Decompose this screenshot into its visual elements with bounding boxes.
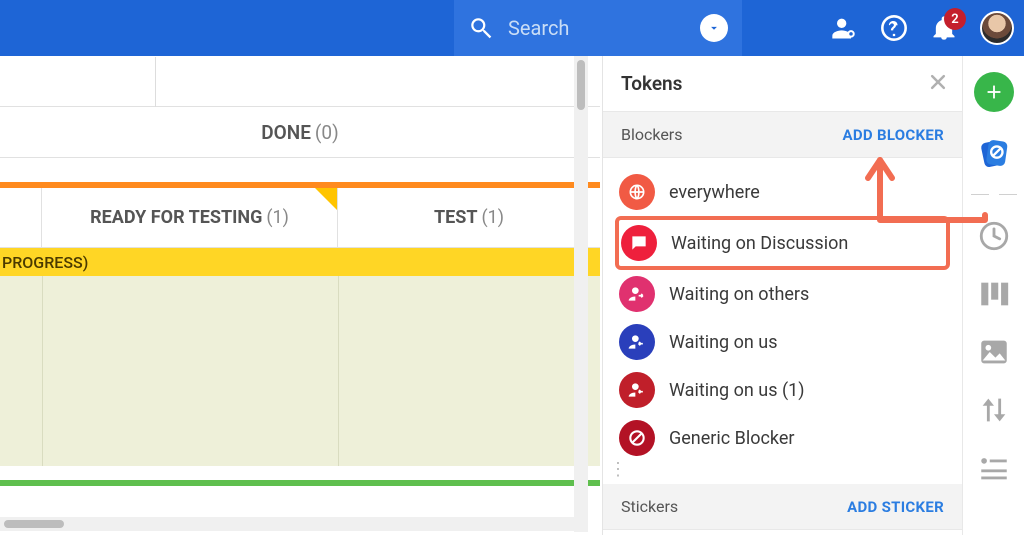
column-done[interactable]: DONE (0)	[0, 106, 600, 158]
search-placeholder: Search	[508, 16, 700, 40]
swimlane-divider-green	[0, 480, 600, 486]
search-icon	[468, 15, 494, 41]
top-bar: Search 2	[0, 0, 1024, 56]
notifications-icon[interactable]: 2	[930, 14, 958, 42]
person-out-icon	[619, 276, 655, 312]
column-count: (0)	[315, 121, 339, 144]
sidebar-add-button[interactable]	[974, 72, 1014, 112]
clock-icon	[977, 219, 1011, 253]
blocker-item-generic[interactable]: Generic Blocker	[615, 414, 950, 462]
section-blockers-header: Blockers ADD BLOCKER	[603, 112, 962, 158]
blocker-label: Waiting on others	[669, 284, 809, 305]
column-count: (1)	[266, 207, 289, 228]
user-settings-icon[interactable]	[830, 14, 858, 42]
image-icon	[977, 335, 1011, 369]
sidebar-board-button[interactable]	[977, 277, 1011, 311]
more-indicator-icon: ⋮	[603, 466, 962, 484]
swimlane-label: PROGRESS)	[2, 253, 88, 272]
add-sticker-button[interactable]: ADD STICKER	[847, 498, 944, 516]
vertical-scrollbar[interactable]	[574, 56, 588, 532]
section-label: Blockers	[621, 125, 682, 144]
blocker-item-waiting-on-others[interactable]: Waiting on others	[615, 270, 950, 318]
list-icon	[977, 451, 1011, 485]
notification-badge: 2	[944, 8, 966, 30]
plus-icon	[983, 81, 1005, 103]
sidebar-list-button[interactable]	[977, 451, 1011, 485]
column-label: TEST	[434, 207, 478, 228]
person-in-icon	[619, 372, 655, 408]
search-expand-button[interactable]	[700, 14, 728, 42]
cards-area[interactable]	[0, 276, 600, 466]
column-label: DONE	[261, 121, 311, 144]
blocker-label: Waiting on Discussion	[671, 233, 848, 254]
tokens-panel: Tokens Blockers ADD BLOCKER everywhere W…	[602, 56, 962, 535]
lane-spacer	[0, 188, 42, 247]
blocker-item-everywhere[interactable]: everywhere	[615, 168, 950, 216]
up-down-icon	[977, 393, 1011, 427]
column-ready-for-testing[interactable]: READY FOR TESTING (1)	[42, 188, 338, 247]
sidebar-separator	[977, 194, 1011, 195]
swimlane-header[interactable]: PROGRESS)	[0, 248, 600, 276]
section-stickers-header: Stickers ADD STICKER	[603, 484, 962, 530]
panel-header: Tokens	[603, 56, 962, 112]
corner-indicator-icon	[315, 188, 337, 210]
help-icon[interactable]	[880, 14, 908, 42]
top-right-icons: 2	[830, 0, 1014, 56]
columns-icon	[977, 277, 1011, 311]
column-count: (1)	[481, 207, 504, 228]
search-box[interactable]: Search	[454, 0, 742, 56]
panel-title: Tokens	[621, 72, 682, 95]
sidebar-image-button[interactable]	[977, 335, 1011, 369]
blocker-label: Waiting on us (1)	[669, 380, 805, 401]
tokens-icon	[977, 136, 1011, 170]
column-test[interactable]: TEST (1)	[338, 188, 600, 247]
blocker-label: Waiting on us	[669, 332, 778, 353]
section-label: Stickers	[621, 497, 678, 516]
column-label: READY FOR TESTING	[90, 207, 262, 228]
sidebar-sort-button[interactable]	[977, 393, 1011, 427]
blocker-label: Generic Blocker	[669, 428, 795, 449]
chat-icon	[621, 225, 657, 261]
blocker-label: everywhere	[669, 182, 760, 203]
sidebar-tokens-button[interactable]	[977, 136, 1011, 170]
close-icon	[928, 72, 948, 92]
blocker-item-waiting-on-us-1[interactable]: Waiting on us (1)	[615, 366, 950, 414]
horizontal-scrollbar[interactable]	[0, 517, 574, 531]
chevron-down-icon	[707, 21, 721, 35]
block-icon	[619, 420, 655, 456]
blockers-list: everywhere Waiting on Discussion Waiting…	[603, 158, 962, 466]
blocker-item-waiting-on-discussion[interactable]: Waiting on Discussion	[615, 216, 950, 270]
right-sidebar	[962, 56, 1024, 535]
add-blocker-button[interactable]: ADD BLOCKER	[842, 126, 944, 144]
sidebar-recent-button[interactable]	[977, 219, 1011, 253]
kanban-board: DONE (0) READY FOR TESTING (1) TEST (1) …	[0, 56, 600, 535]
avatar[interactable]	[980, 11, 1014, 45]
lanes-row: READY FOR TESTING (1) TEST (1)	[0, 188, 600, 248]
person-in-icon	[619, 324, 655, 360]
globe-icon	[619, 174, 655, 210]
blocker-item-waiting-on-us[interactable]: Waiting on us	[615, 318, 950, 366]
close-button[interactable]	[928, 72, 948, 92]
